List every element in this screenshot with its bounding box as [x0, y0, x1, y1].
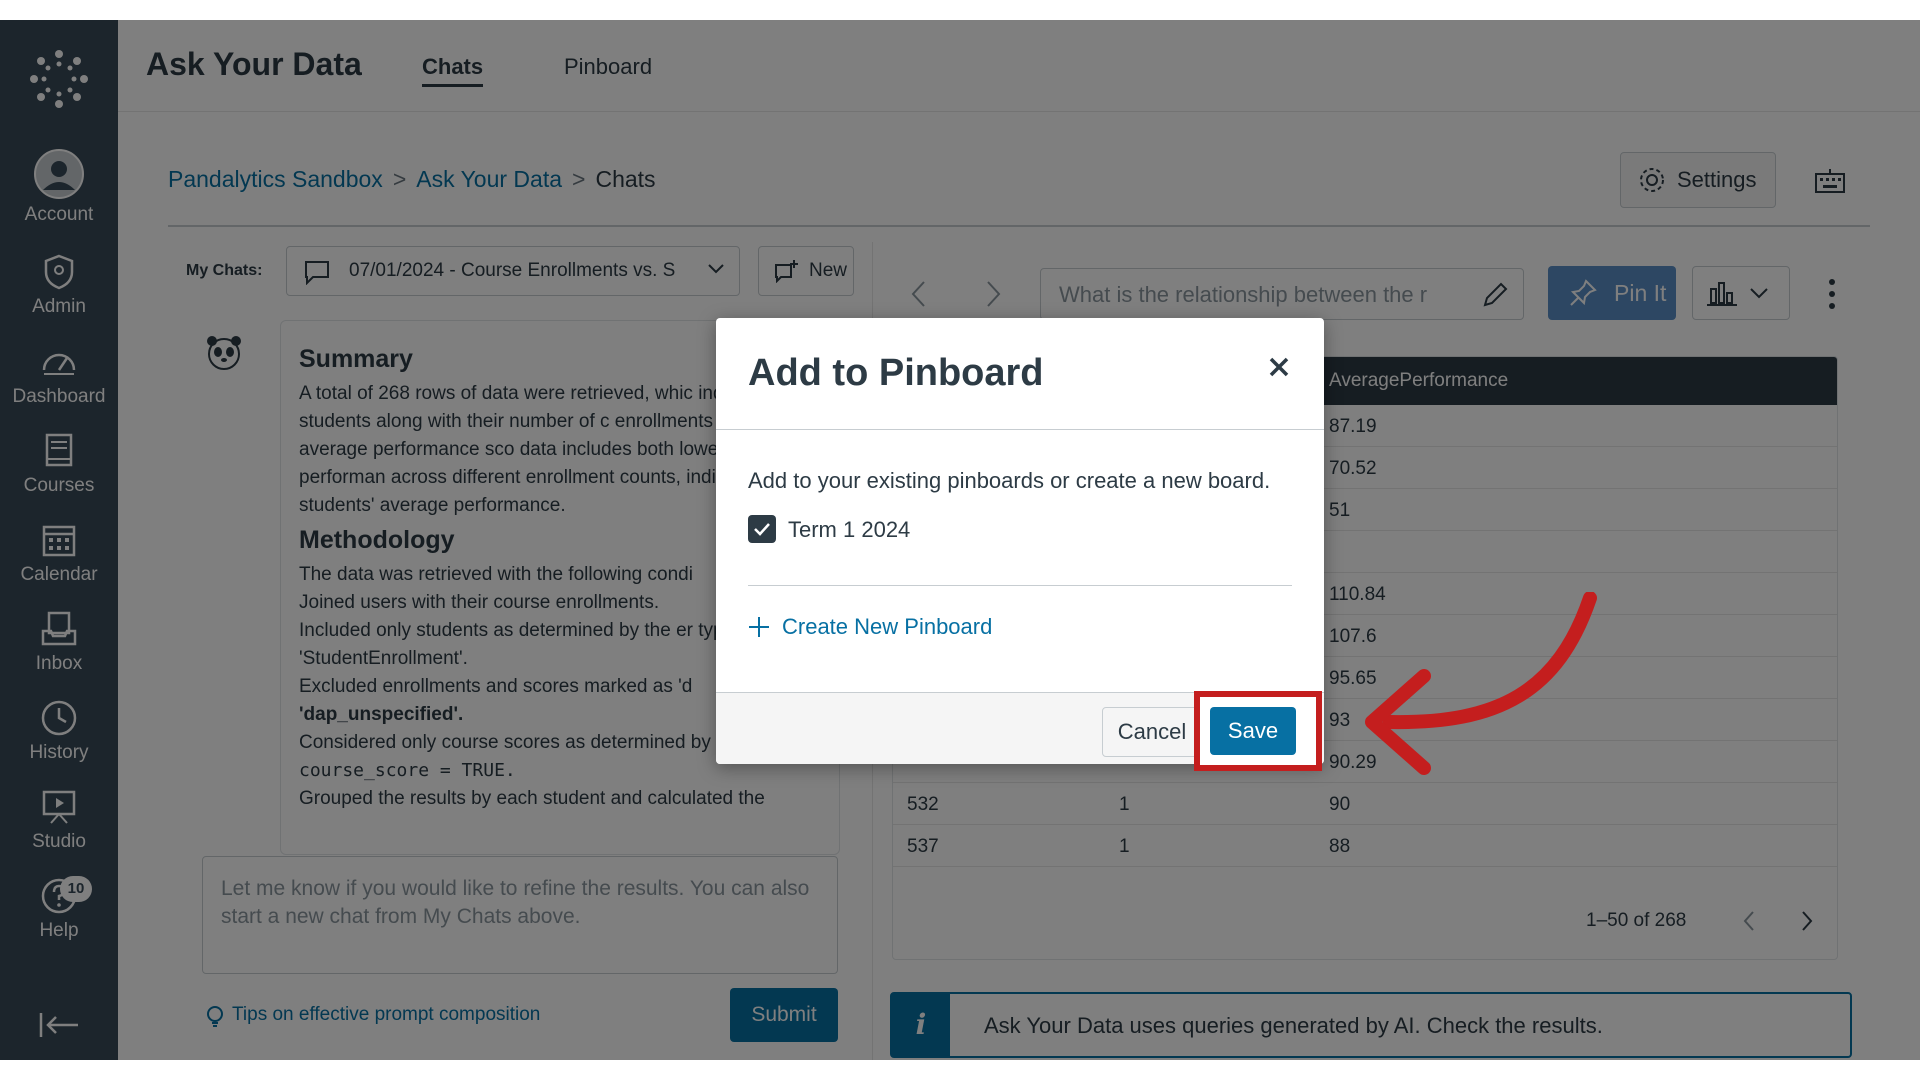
modal-description: Add to your existing pinboards or create…	[748, 468, 1271, 493]
create-new-pinboard-link[interactable]: Create New Pinboard	[748, 614, 992, 640]
modal-header: Add to Pinboard	[716, 318, 1324, 430]
pinboard-checkbox[interactable]	[748, 515, 776, 543]
close-icon[interactable]	[1264, 352, 1294, 382]
checkmark-icon	[754, 523, 770, 536]
modal-footer: Cancel Save	[716, 691, 1324, 771]
modal-divider	[748, 585, 1292, 586]
pinboard-option-label: Term 1 2024	[788, 517, 911, 542]
plus-icon	[749, 617, 769, 637]
app-window: Account Admin Dashboard Co	[0, 20, 1920, 1060]
annotation-arrow-icon	[1365, 592, 1597, 775]
create-new-pinboard-label: Create New Pinboard	[782, 614, 993, 639]
save-highlight-box: Save	[1194, 691, 1322, 771]
modal-title: Add to Pinboard	[748, 352, 1044, 394]
cancel-button[interactable]: Cancel	[1102, 707, 1202, 757]
add-to-pinboard-modal: Add to Pinboard Add to your existing pin…	[716, 318, 1324, 771]
save-button[interactable]: Save	[1210, 707, 1296, 755]
